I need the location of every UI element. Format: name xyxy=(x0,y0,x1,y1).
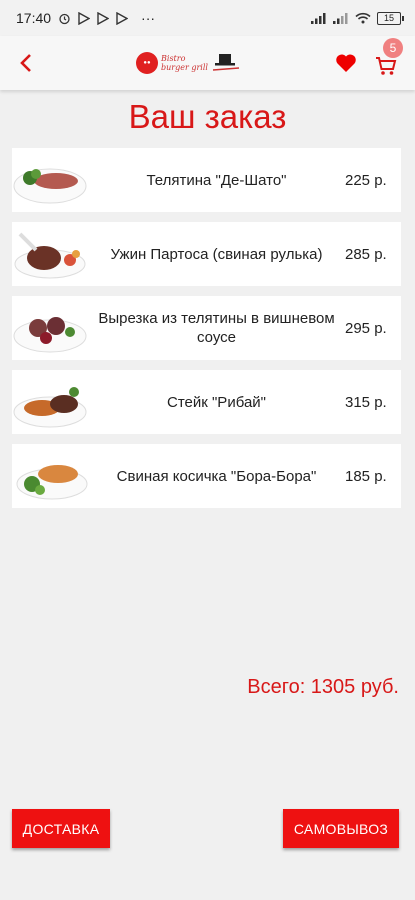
wifi-icon xyxy=(355,12,371,24)
cart-count-badge: 5 xyxy=(382,38,403,58)
order-list: Телятина "Де-Шато" 225 р. Ужин Партоса (… xyxy=(0,148,415,508)
dish-image xyxy=(12,222,88,286)
chevron-left-icon xyxy=(20,54,31,72)
dish-name: Телятина "Де-Шато" xyxy=(146,171,287,189)
dish-price: 315 р. xyxy=(345,393,387,411)
dish-image xyxy=(12,444,88,508)
order-item[interactable]: Телятина "Де-Шато" 225 р. xyxy=(12,148,401,212)
dish-name: Свиная косичка "Бора-Бора" xyxy=(116,467,317,485)
play-store-icon xyxy=(78,11,91,25)
dish-image xyxy=(12,370,88,434)
back-button[interactable] xyxy=(10,43,42,83)
order-item[interactable]: Ужин Партоса (свиная рулька) 285 р. xyxy=(12,222,401,286)
app-bar: ●● Bistro burger grill 5 xyxy=(0,36,415,90)
play-store-icon xyxy=(116,11,129,25)
dish-price: 225 р. xyxy=(345,171,387,189)
logo-hat-icon xyxy=(212,54,240,71)
dish-price: 185 р. xyxy=(345,467,387,485)
more-notifications-icon: ··· xyxy=(141,10,156,26)
order-total: Всего: 1305 руб. xyxy=(247,676,399,698)
logo-text-bottom: burger grill xyxy=(161,63,208,72)
dish-image xyxy=(12,148,88,212)
dish-price: 295 р. xyxy=(345,319,387,337)
dish-image xyxy=(12,296,88,360)
dish-price: 285 р. xyxy=(345,245,387,263)
delivery-button[interactable]: ДОСТАВКА xyxy=(12,809,110,848)
heart-icon xyxy=(336,54,356,72)
page-title: Ваш заказ xyxy=(128,98,287,135)
dish-name: Стейк "Рибай" xyxy=(167,393,266,411)
logo-badge: ●● xyxy=(136,52,159,74)
battery-icon: 15 xyxy=(377,11,404,25)
status-bar: 17:40 ··· 15 xyxy=(0,0,415,36)
logo: ●● Bistro burger grill xyxy=(136,52,241,74)
logo-text-top: Bistro xyxy=(161,54,186,63)
signal-icon xyxy=(311,12,327,24)
cart-button[interactable]: 5 xyxy=(373,38,403,76)
status-time: 17:40 xyxy=(16,10,52,26)
alarm-icon xyxy=(58,12,71,25)
play-store-icon xyxy=(97,11,110,25)
signal-icon xyxy=(333,12,349,24)
favorites-button[interactable] xyxy=(335,53,357,73)
cart-icon xyxy=(375,57,397,75)
pickup-button[interactable]: САМОВЫВОЗ xyxy=(283,809,399,848)
order-item[interactable]: Вырезка из телятины в вишневом соусе 295… xyxy=(12,296,401,360)
order-item[interactable]: Свиная косичка "Бора-Бора" 185 р. xyxy=(12,444,401,508)
dish-name: Вырезка из телятины в вишневом соусе xyxy=(98,310,335,346)
dish-name: Ужин Партоса (свиная рулька) xyxy=(110,245,323,263)
order-item[interactable]: Стейк "Рибай" 315 р. xyxy=(12,370,401,434)
